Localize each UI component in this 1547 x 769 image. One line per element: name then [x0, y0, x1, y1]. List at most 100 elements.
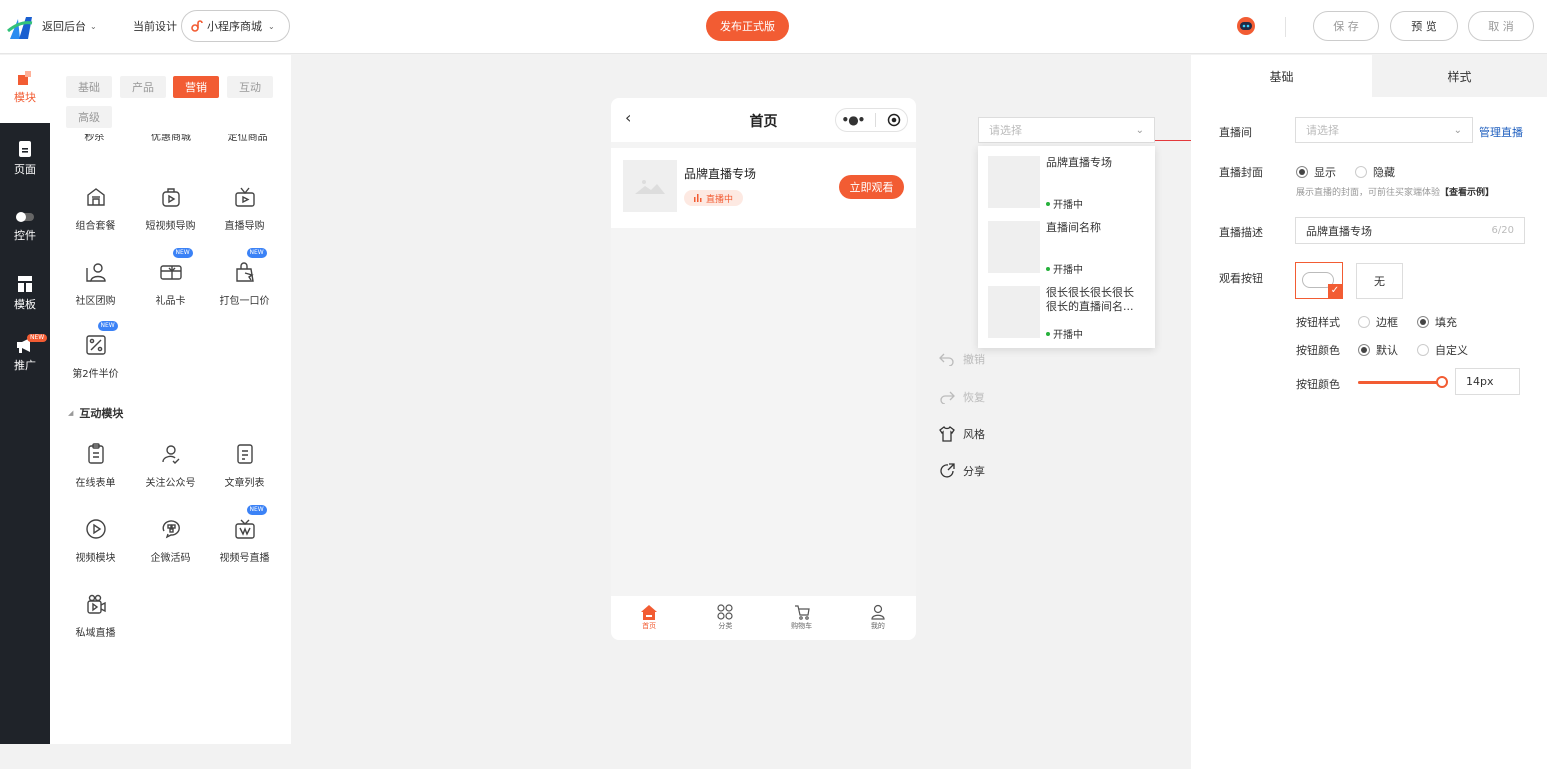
chevron-down-icon: ⌄ — [1453, 124, 1462, 136]
check-icon: ✓ — [1328, 284, 1342, 298]
collapse-caret-icon: ◢ — [68, 409, 74, 417]
cover-show-radio[interactable]: 显示 — [1296, 164, 1336, 180]
live-room-select[interactable]: 请选择 ⌄ — [978, 117, 1155, 143]
button-style-outline-radio[interactable]: 边框 — [1358, 314, 1398, 330]
tile-bundle-price[interactable]: NEW 打包一口价 — [207, 248, 282, 307]
tile-article-list[interactable]: 文章列表 — [207, 442, 282, 489]
cancel-button[interactable]: 取 消 — [1468, 11, 1534, 41]
style-button[interactable]: 风格 — [939, 426, 985, 442]
tile-label-partial: 秒杀 — [84, 134, 105, 143]
category-tab-interaction[interactable]: 互动 — [227, 76, 273, 98]
button-color-default-radio[interactable]: 默认 — [1358, 342, 1398, 358]
live-room-option[interactable]: 很长很长很长很长很长的直播间名... 开播中 — [988, 286, 1148, 341]
size-slider-fill — [1358, 381, 1442, 384]
room-status: 开播中 — [1046, 261, 1083, 276]
robot-assistant-icon[interactable] — [1236, 16, 1256, 36]
phone-tab-bar: 首页 分类 购物车 我的 — [611, 596, 916, 640]
tab-home[interactable]: 首页 — [611, 604, 687, 631]
radio-label: 显示 — [1314, 166, 1336, 179]
tile-video-module[interactable]: 视频模块 — [58, 517, 133, 564]
category-tab-marketing[interactable]: 营销 — [173, 76, 219, 98]
tile-follow-account[interactable]: 关注公众号 — [133, 442, 208, 489]
rail-item-template[interactable]: 模板 — [0, 275, 50, 312]
publish-button[interactable]: 发布正式版 — [706, 11, 789, 41]
tile-gift-card[interactable]: NEW 礼品卡 — [133, 248, 208, 307]
tile-online-form[interactable]: 在线表单 — [58, 442, 133, 489]
tile-short-video[interactable]: 短视频导购 — [133, 185, 208, 232]
share-label: 分享 — [963, 465, 985, 478]
live-room-option[interactable]: 直播间名称 开播中 — [988, 221, 1148, 276]
wecom-icon — [159, 517, 183, 541]
tile-label: 私域直播 — [75, 628, 116, 639]
rail-item-label: 控件 — [14, 229, 36, 242]
category-tab-product[interactable]: 产品 — [120, 76, 166, 98]
tile-label: 礼品卡 — [155, 296, 186, 307]
watch-now-button[interactable]: 立即观看 — [839, 175, 904, 199]
tile-label: 视频模块 — [75, 553, 116, 564]
tile-second-half-price[interactable]: NEW 第2件半价 — [58, 321, 133, 380]
cover-example-link[interactable]: 【查看示例】 — [1440, 188, 1494, 198]
tile-combo[interactable]: 组合套餐 — [58, 185, 133, 232]
size-input[interactable]: 14px — [1455, 368, 1520, 395]
radio-checked-icon — [1358, 344, 1370, 356]
capsule-menu[interactable]: •●• — [835, 108, 908, 132]
image-placeholder-icon — [623, 160, 677, 212]
category-tab-basic[interactable]: 基础 — [66, 76, 112, 98]
section-interaction[interactable]: ◢ 互动模块 — [68, 405, 123, 421]
rail-item-module[interactable]: 模块 — [0, 70, 50, 105]
rail-item-label: 页面 — [14, 163, 36, 176]
design-select-value: 小程序商城 — [207, 20, 262, 33]
radio-checked-icon — [1417, 316, 1429, 328]
desc-label: 直播描述 — [1219, 226, 1263, 239]
room-status: 开播中 — [1046, 326, 1083, 341]
tab-mine[interactable]: 我的 — [840, 604, 916, 631]
back-to-admin-button[interactable]: 返回后台 ⌄ — [42, 18, 97, 34]
tab-cart[interactable]: 购物车 — [764, 604, 840, 631]
size-slider-track[interactable] — [1358, 376, 1448, 388]
tile-label: 关注公众号 — [145, 478, 196, 489]
tile-channel-live[interactable]: NEW 视频号直播 — [207, 505, 282, 564]
tab-category[interactable]: 分类 — [687, 604, 763, 631]
tile-wecom-code[interactable]: 企微活码 — [133, 517, 208, 564]
tile-label: 打包一口价 — [219, 296, 270, 307]
tile-label-partial: 优惠商城 — [151, 134, 191, 143]
save-button[interactable]: 保 存 — [1313, 11, 1379, 41]
design-select[interactable]: 小程序商城 ⌄ — [181, 10, 290, 42]
live-room-field[interactable]: 请选择 ⌄ — [1295, 117, 1473, 143]
button-style-fill-radio[interactable]: 填充 — [1417, 314, 1457, 330]
size-slider-thumb[interactable] — [1436, 376, 1448, 388]
tile-label: 在线表单 — [75, 478, 116, 489]
tile-community[interactable]: 社区团购 — [58, 260, 133, 307]
share-icon — [939, 463, 955, 479]
watch-button-none[interactable]: 无 — [1356, 263, 1403, 299]
chevron-down-icon: ⌄ — [90, 21, 97, 31]
live-room-option[interactable]: 品牌直播专场 开播中 — [988, 156, 1148, 211]
status-dot-icon — [1046, 331, 1050, 336]
rail-item-page[interactable]: 页面 — [0, 140, 50, 177]
desc-input[interactable]: 品牌直播专场 6/20 — [1295, 217, 1525, 244]
undo-button[interactable]: 撤销 — [939, 351, 985, 367]
live-card-title: 品牌直播专场 — [684, 167, 757, 181]
button-color-custom-radio[interactable]: 自定义 — [1417, 342, 1468, 358]
redo-button[interactable]: 恢复 — [939, 389, 985, 405]
tile-private-live[interactable]: 私域直播 — [58, 592, 133, 639]
rail-item-promote[interactable]: NEW 推广 — [0, 334, 50, 373]
room-thumbnail — [988, 156, 1040, 208]
tab-style[interactable]: 样式 — [1372, 55, 1547, 97]
combo-icon — [84, 185, 108, 209]
app-logo — [6, 13, 34, 41]
watch-button-style-pill[interactable]: ✓ — [1295, 262, 1343, 299]
preview-button[interactable]: 预 览 — [1390, 11, 1458, 41]
current-design-label: 当前设计 — [133, 20, 177, 33]
tile-live-guide[interactable]: 直播导购 — [207, 185, 282, 232]
rail-item-control[interactable]: 控件 — [0, 210, 50, 243]
tab-basic[interactable]: 基础 — [1191, 55, 1372, 97]
live-card[interactable]: 品牌直播专场 直播中 立即观看 — [611, 148, 916, 228]
settings-panel — [1191, 55, 1547, 769]
category-tab-advanced[interactable]: 高级 — [66, 106, 112, 128]
cover-hide-radio[interactable]: 隐藏 — [1355, 164, 1395, 180]
share-button[interactable]: 分享 — [939, 463, 985, 479]
radio-unchecked-icon — [1358, 316, 1370, 328]
manage-live-link[interactable]: 管理直播 — [1479, 124, 1523, 140]
undo-icon — [939, 352, 955, 366]
